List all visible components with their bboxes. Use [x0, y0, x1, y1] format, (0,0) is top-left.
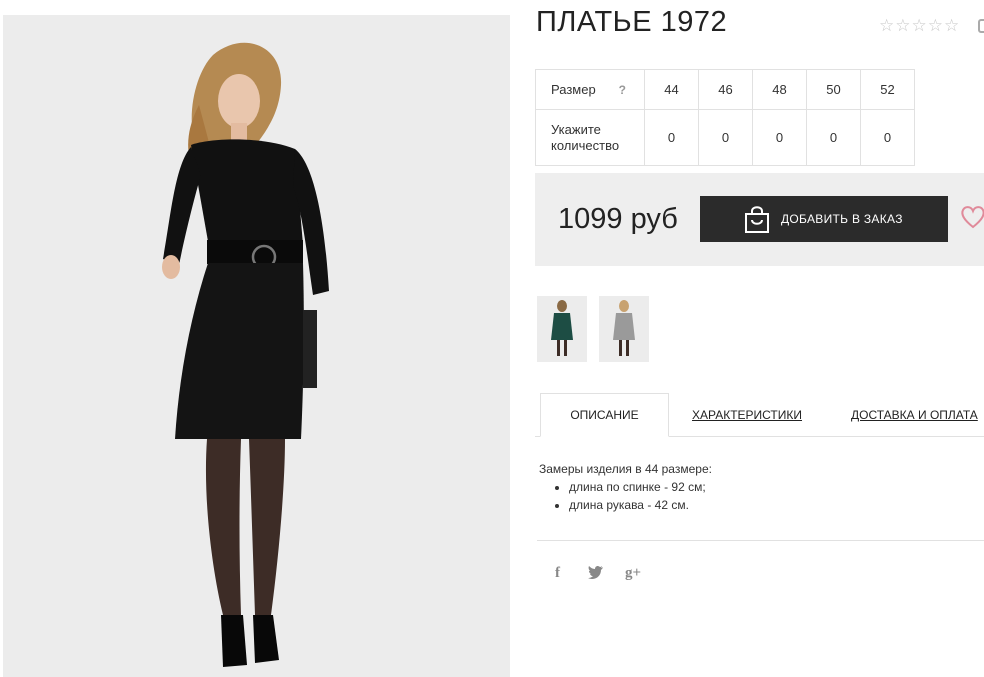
star-icon[interactable]: ☆	[879, 17, 894, 34]
divider	[537, 540, 984, 541]
star-icon[interactable]: ☆	[928, 17, 943, 34]
size-option[interactable]: 50	[806, 69, 861, 110]
thumbnail-green[interactable]	[537, 296, 587, 362]
google-plus-icon[interactable]: g+	[625, 565, 641, 582]
description-list: длина по спинке - 92 см; длина рукава - …	[539, 478, 712, 514]
product-price: 1099 руб	[558, 203, 678, 235]
star-icon[interactable]: ☆	[944, 17, 959, 34]
shopping-bag-icon	[745, 206, 769, 233]
quantity-input[interactable]: 0	[698, 109, 753, 166]
heart-icon[interactable]	[959, 203, 984, 231]
add-to-order-label: ДОБАВИТЬ В ЗАКАЗ	[781, 212, 903, 226]
size-option[interactable]: 52	[860, 69, 915, 110]
facebook-icon[interactable]: f	[555, 565, 560, 582]
tab-delivery-payment[interactable]: ДОСТАВКА И ОПЛАТА	[851, 393, 978, 437]
add-to-order-button[interactable]: ДОБАВИТЬ В ЗАКАЗ	[700, 196, 948, 242]
quantity-input[interactable]: 0	[752, 109, 807, 166]
thumbnail-grey[interactable]	[599, 296, 649, 362]
size-option[interactable]: 48	[752, 69, 807, 110]
quantity-label: Укажите количество	[535, 109, 645, 166]
list-item: длина рукава - 42 см.	[569, 496, 712, 514]
product-title: ПЛАТЬЕ 1972	[536, 6, 728, 38]
tab-characteristics[interactable]: ХАРАКТЕРИСТИКИ	[692, 393, 802, 437]
size-label: Размер	[551, 81, 596, 97]
tab-description[interactable]: ОПИСАНИЕ	[540, 393, 669, 437]
compare-icon[interactable]	[978, 19, 984, 33]
list-item: длина по спинке - 92 см;	[569, 478, 712, 496]
description-panel: Замеры изделия в 44 размере: длина по сп…	[539, 460, 712, 514]
twitter-icon[interactable]	[588, 565, 604, 579]
size-table: Размер ? 44 46 48 50 52 Укажите количест…	[535, 69, 915, 166]
size-help-icon[interactable]: ?	[619, 82, 626, 98]
description-intro: Замеры изделия в 44 размере:	[539, 462, 712, 476]
quantity-input[interactable]: 0	[806, 109, 861, 166]
quantity-input[interactable]: 0	[644, 109, 699, 166]
quantity-input[interactable]: 0	[860, 109, 915, 166]
size-option[interactable]: 46	[698, 69, 753, 110]
size-label-cell: Размер ?	[535, 69, 645, 110]
rating-stars[interactable]: ☆ ☆ ☆ ☆ ☆	[879, 17, 959, 34]
product-main-image[interactable]	[3, 15, 510, 677]
star-icon[interactable]: ☆	[912, 17, 927, 34]
star-icon[interactable]: ☆	[895, 17, 910, 34]
size-option[interactable]: 44	[644, 69, 699, 110]
price-bar: 1099 руб ДОБАВИТЬ В ЗАКАЗ	[535, 173, 984, 266]
